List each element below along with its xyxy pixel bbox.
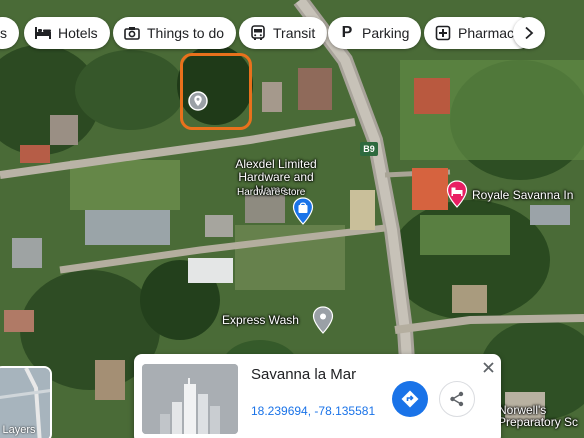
parking-icon: P bbox=[341, 24, 353, 41]
place-label-express-wash[interactable]: Express Wash bbox=[222, 314, 299, 327]
chip-label: Hotels bbox=[58, 25, 98, 41]
close-button[interactable] bbox=[480, 359, 496, 375]
location-pin-icon[interactable] bbox=[312, 306, 334, 334]
chip-label: Parking bbox=[362, 25, 410, 41]
place-label-royale-savanna[interactable]: Royale Savanna In bbox=[472, 189, 573, 202]
chip-transit[interactable]: Transit bbox=[239, 17, 328, 49]
place-marker-icon[interactable] bbox=[188, 91, 208, 111]
place-coordinates[interactable]: 18.239694, -78.135581 bbox=[251, 404, 375, 418]
chip-hotels[interactable]: Hotels bbox=[24, 17, 110, 49]
place-thumbnail[interactable] bbox=[142, 364, 238, 434]
chip-partial[interactable]: s bbox=[0, 17, 19, 49]
camera-icon bbox=[123, 24, 141, 42]
place-title: Savanna la Mar bbox=[251, 366, 357, 383]
category-chip-row: s Hotels Things to do Transit P Parking … bbox=[0, 17, 584, 49]
city-thumbnail-image bbox=[142, 364, 238, 434]
layers-label: Layers bbox=[2, 424, 36, 436]
share-button[interactable] bbox=[439, 381, 475, 417]
share-icon bbox=[450, 391, 464, 407]
pharmacy-icon bbox=[434, 24, 452, 42]
place-info-card[interactable]: Savanna la Mar 18.239694, -78.135581 bbox=[134, 354, 501, 438]
directions-button[interactable] bbox=[392, 381, 428, 417]
bus-icon bbox=[249, 24, 267, 42]
chip-label: Pharmaci bbox=[458, 25, 518, 41]
layers-button[interactable]: Layers bbox=[0, 366, 52, 438]
hotel-bed-icon[interactable] bbox=[446, 180, 468, 208]
chip-parking[interactable]: P Parking bbox=[328, 17, 422, 49]
directions-icon bbox=[401, 390, 419, 408]
close-icon bbox=[482, 361, 494, 373]
shopping-bag-icon[interactable] bbox=[292, 197, 314, 225]
road-shield-b9: B9 bbox=[360, 142, 378, 156]
chip-label: Things to do bbox=[147, 25, 225, 41]
chip-label: Transit bbox=[273, 25, 316, 41]
chips-scroll-right-button[interactable] bbox=[513, 17, 545, 49]
chevron-right-icon bbox=[525, 26, 534, 40]
chip-things-to-do[interactable]: Things to do bbox=[113, 17, 237, 49]
chip-label: s bbox=[0, 25, 7, 41]
place-label-norwells[interactable]: Norwell's Preparatory Sc bbox=[498, 404, 584, 428]
bed-icon bbox=[34, 24, 52, 42]
